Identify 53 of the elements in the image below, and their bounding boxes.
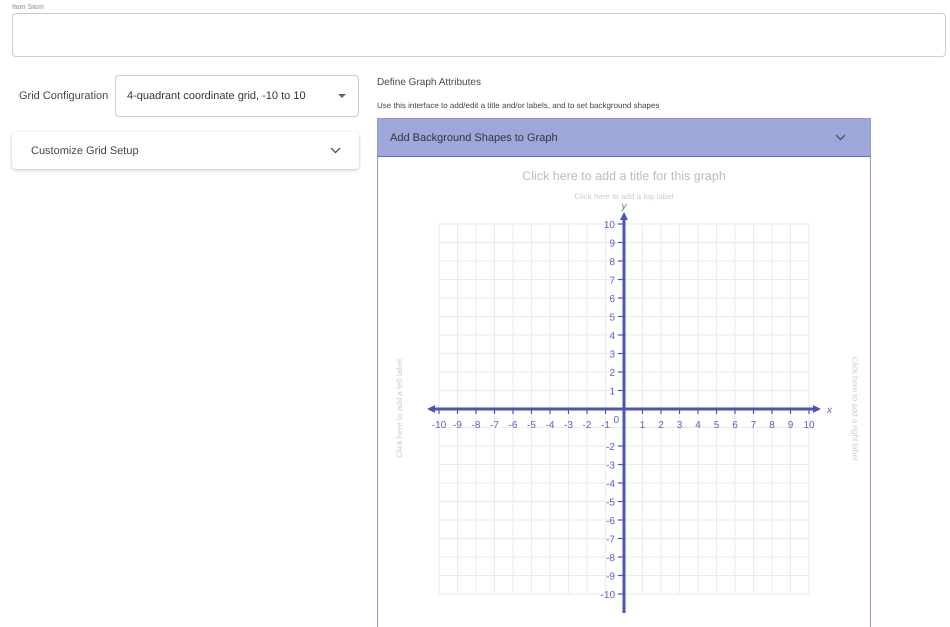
tick-label: -8 bbox=[472, 420, 480, 431]
grid-configuration-dropdown[interactable]: 4-quadrant coordinate grid, -10 to 10 bbox=[115, 75, 359, 117]
tick-label: -7 bbox=[490, 420, 499, 431]
section-description: Use this interface to add/edit a title and/or labels, and to set background shapes bbox=[377, 101, 660, 110]
axis-label: y bbox=[622, 203, 626, 212]
tick-label: 10 bbox=[803, 420, 815, 431]
tick-label: -4 bbox=[546, 420, 554, 431]
tick-label: -5 bbox=[527, 420, 536, 431]
customize-grid-accordion[interactable]: Customize Grid Setup bbox=[12, 132, 359, 169]
tick-label: 1 bbox=[609, 386, 615, 398]
axis-label: x bbox=[827, 405, 832, 416]
tick-label: 7 bbox=[750, 420, 756, 431]
tick-label: 3 bbox=[609, 350, 615, 360]
tick-label: 5 bbox=[714, 420, 720, 431]
origin-label: 0 bbox=[613, 415, 619, 426]
tick-label: 6 bbox=[609, 294, 615, 305]
tick-label: 4 bbox=[609, 331, 615, 342]
tick-label: 5 bbox=[609, 312, 615, 324]
tick-label: -1 bbox=[601, 420, 610, 431]
tick-label: -4 bbox=[606, 479, 615, 490]
graph-title-placeholder[interactable]: Click here to add a title for this graph bbox=[522, 169, 726, 183]
tick-label: -10 bbox=[432, 420, 446, 431]
tick-label: -9 bbox=[606, 572, 615, 582]
tick-label: -6 bbox=[606, 516, 615, 527]
tick-label: 6 bbox=[732, 420, 738, 431]
dropdown-caret-icon bbox=[338, 94, 346, 98]
background-shapes-accordion[interactable]: Add Background Shapes to Graph bbox=[378, 119, 870, 157]
tick-label: 9 bbox=[788, 420, 794, 431]
tick-label: -9 bbox=[453, 420, 462, 431]
section-heading: Define Graph Attributes bbox=[377, 77, 482, 88]
chevron-down-icon bbox=[835, 134, 846, 141]
tick-label: 8 bbox=[609, 257, 615, 268]
tick-label: 4 bbox=[695, 420, 701, 431]
field-label: Grid Configuration bbox=[19, 90, 110, 102]
tick-label: 8 bbox=[769, 420, 775, 431]
tick-label: -7 bbox=[606, 534, 615, 546]
tick-label: 1 bbox=[640, 420, 646, 431]
tick-label: 3 bbox=[676, 420, 682, 431]
tick-label: -3 bbox=[564, 420, 573, 431]
tick-label: -10 bbox=[600, 590, 615, 601]
tick-label: -3 bbox=[606, 460, 615, 472]
chevron-down-icon bbox=[330, 147, 341, 154]
tick-label: 7 bbox=[609, 276, 615, 286]
tick-label: -2 bbox=[606, 442, 615, 453]
tick-label: 9 bbox=[609, 238, 615, 250]
tick-label: -8 bbox=[606, 553, 615, 564]
tick-label: -6 bbox=[508, 420, 518, 431]
item-stem-field[interactable] bbox=[12, 13, 946, 57]
tick-label: -5 bbox=[606, 498, 615, 508]
tick-label: 2 bbox=[658, 420, 664, 431]
tick-label: -2 bbox=[582, 420, 592, 431]
tick-label: 2 bbox=[609, 368, 615, 379]
tick-label: 10 bbox=[604, 220, 615, 231]
